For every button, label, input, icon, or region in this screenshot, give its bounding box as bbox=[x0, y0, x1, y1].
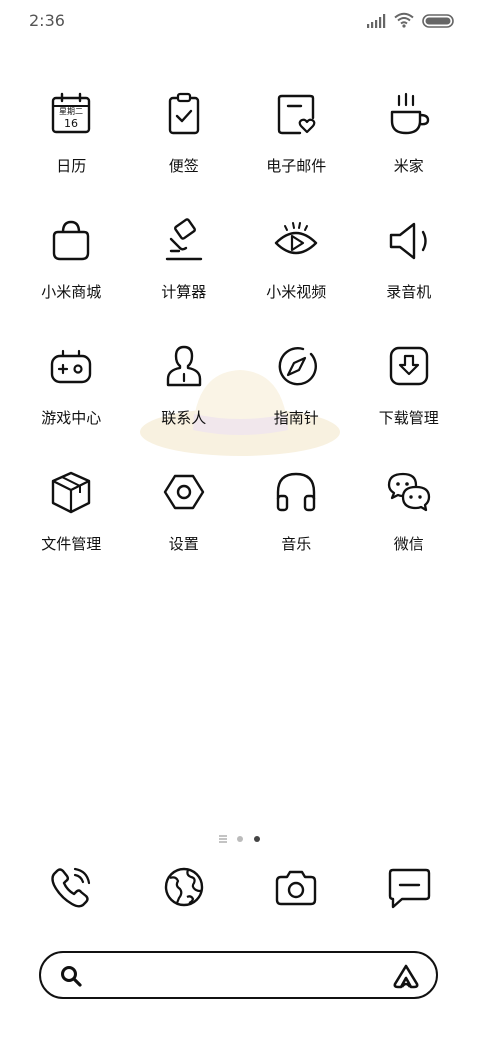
app-music[interactable]: 音乐 bbox=[240, 468, 353, 594]
app-contacts[interactable]: 联系人 bbox=[128, 342, 241, 468]
app-label-file-manager: 文件管理 bbox=[41, 535, 102, 553]
app-downloads[interactable]: 下载管理 bbox=[353, 342, 466, 468]
calendar-day: 16 bbox=[64, 117, 78, 130]
app-file-manager[interactable]: 文件管理 bbox=[15, 468, 128, 594]
app-notes[interactable]: 便签 bbox=[128, 90, 241, 216]
notes-icon bbox=[160, 90, 208, 138]
browser-globe-icon bbox=[161, 864, 207, 914]
calculator-icon bbox=[160, 216, 208, 264]
file-box-icon bbox=[47, 468, 95, 516]
gamepad-icon bbox=[47, 342, 95, 390]
page-dot-inactive bbox=[236, 828, 244, 847]
status-icons bbox=[366, 12, 454, 32]
app-label-recorder: 录音机 bbox=[386, 283, 432, 301]
app-label-music: 音乐 bbox=[281, 535, 312, 553]
app-wechat[interactable]: 微信 bbox=[353, 468, 466, 594]
wechat-icon bbox=[385, 468, 433, 516]
app-label-wechat: 微信 bbox=[393, 535, 424, 553]
app-label-downloads: 下载管理 bbox=[378, 409, 439, 427]
calendar-icon: 星期二 16 bbox=[47, 90, 95, 138]
app-game-center[interactable]: 游戏中心 bbox=[15, 342, 128, 468]
app-compass[interactable]: 指南针 bbox=[240, 342, 353, 468]
app-label-mi-video: 小米视频 bbox=[266, 283, 327, 301]
page-indicator-menu-icon bbox=[219, 828, 227, 847]
app-email[interactable]: 电子邮件 bbox=[240, 90, 353, 216]
calendar-header: 星期二 bbox=[59, 107, 83, 116]
app-calculator[interactable]: 计算器 bbox=[128, 216, 241, 342]
email-icon bbox=[272, 90, 320, 138]
wifi-icon bbox=[394, 12, 414, 32]
camera-icon bbox=[273, 864, 319, 914]
phone-icon bbox=[48, 864, 94, 914]
settings-hex-icon bbox=[160, 468, 208, 516]
app-label-mi-store: 小米商城 bbox=[41, 283, 102, 301]
dock-phone[interactable] bbox=[15, 864, 128, 914]
app-label-calendar: 日历 bbox=[56, 157, 87, 175]
app-label-notes: 便签 bbox=[168, 157, 199, 175]
signal-icon bbox=[366, 13, 386, 32]
app-grid: 星期二 16 日历 便签 电子邮件 米家 小米商城 计算器 小米视频 录音机 游… bbox=[15, 90, 465, 594]
app-label-email: 电子邮件 bbox=[266, 157, 327, 175]
page-dot-active bbox=[253, 828, 261, 847]
app-label-settings: 设置 bbox=[168, 535, 199, 553]
status-time: 2:36 bbox=[29, 11, 65, 30]
dock-browser[interactable] bbox=[128, 864, 241, 914]
compass-icon bbox=[272, 342, 320, 390]
battery-icon bbox=[422, 13, 454, 32]
app-label-contacts: 联系人 bbox=[161, 409, 207, 427]
dock-messages[interactable] bbox=[353, 864, 466, 914]
dock-camera[interactable] bbox=[240, 864, 353, 914]
app-label-game-center: 游戏中心 bbox=[41, 409, 102, 427]
messages-icon bbox=[386, 864, 432, 914]
download-icon bbox=[385, 342, 433, 390]
app-settings[interactable]: 设置 bbox=[128, 468, 241, 594]
shopping-bag-icon bbox=[47, 216, 95, 264]
video-eye-icon bbox=[272, 216, 320, 264]
app-mi-video[interactable]: 小米视频 bbox=[240, 216, 353, 342]
app-mi-store[interactable]: 小米商城 bbox=[15, 216, 128, 342]
app-calendar[interactable]: 星期二 16 日历 bbox=[15, 90, 128, 216]
contacts-icon bbox=[160, 342, 208, 390]
search-icon bbox=[59, 964, 83, 992]
search-bar[interactable] bbox=[39, 951, 438, 999]
mijia-cup-icon bbox=[385, 90, 433, 138]
app-mijia[interactable]: 米家 bbox=[353, 90, 466, 216]
ai-assistant-icon[interactable] bbox=[392, 963, 420, 993]
recorder-speaker-icon bbox=[385, 216, 433, 264]
app-label-compass: 指南针 bbox=[273, 409, 319, 427]
page-indicator[interactable] bbox=[0, 828, 480, 847]
app-label-calculator: 计算器 bbox=[161, 283, 207, 301]
app-label-mijia: 米家 bbox=[393, 157, 424, 175]
status-bar: 2:36 bbox=[0, 0, 480, 40]
app-recorder[interactable]: 录音机 bbox=[353, 216, 466, 342]
dock bbox=[15, 864, 465, 914]
headphones-icon bbox=[272, 468, 320, 516]
